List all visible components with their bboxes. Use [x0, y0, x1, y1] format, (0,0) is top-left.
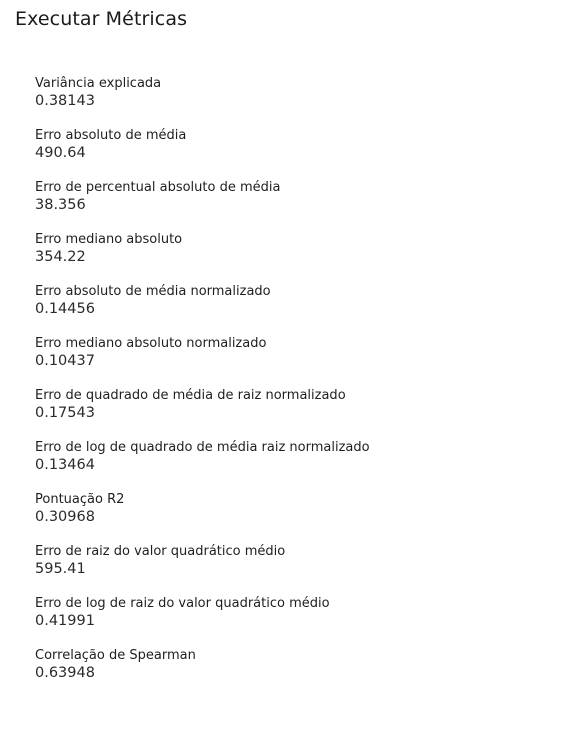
metric-label: Correlação de Spearman — [35, 648, 196, 663]
metric-label: Erro de quadrado de média de raiz normal… — [35, 388, 346, 403]
metric-value: 595.41 — [35, 561, 86, 577]
metric-root-mean-squared-error: Erro de raiz do valor quadrático médio 5… — [35, 543, 545, 595]
metric-label: Erro absoluto de média — [35, 128, 187, 143]
metric-label: Erro mediano absoluto normalizado — [35, 336, 267, 351]
metric-mean-absolute-error: Erro absoluto de média 490.64 — [35, 127, 545, 179]
metric-spearman-correlation: Correlação de Spearman 0.63948 — [35, 647, 545, 699]
metric-label: Erro de log de raiz do valor quadrático … — [35, 596, 330, 611]
metrics-list: Variância explicada 0.38143 Erro absolut… — [35, 75, 545, 699]
metric-label: Erro absoluto de média normalizado — [35, 284, 271, 299]
metric-root-mean-squared-log-error: Erro de log de raiz do valor quadrático … — [35, 595, 545, 647]
metric-normalized-root-mean-squared-error: Erro de quadrado de média de raiz normal… — [35, 387, 545, 439]
metric-normalized-root-mean-squared-log-error: Erro de log de quadrado de média raiz no… — [35, 439, 545, 491]
metric-label: Variância explicada — [35, 76, 162, 91]
metric-value: 0.63948 — [35, 665, 95, 681]
metric-explained-variance: Variância explicada 0.38143 — [35, 75, 545, 127]
metric-value: 0.17543 — [35, 405, 95, 421]
metric-median-absolute-error: Erro mediano absoluto 354.22 — [35, 231, 545, 283]
metric-label: Erro mediano absoluto — [35, 232, 183, 247]
run-metrics-panel: Executar Métricas Variância explicada 0.… — [0, 0, 565, 731]
metric-mean-absolute-percentage-error: Erro de percentual absoluto de média 38.… — [35, 179, 545, 231]
metric-value: 0.38143 — [35, 93, 95, 109]
metric-label: Erro de raiz do valor quadrático médio — [35, 544, 286, 559]
metric-value: 490.64 — [35, 145, 86, 161]
metric-value: 0.41991 — [35, 613, 95, 629]
metric-label: Pontuação R2 — [35, 492, 125, 507]
metric-label: Erro de percentual absoluto de média — [35, 180, 281, 195]
metric-normalized-median-absolute-error: Erro mediano absoluto normalizado 0.1043… — [35, 335, 545, 387]
metric-value: 354.22 — [35, 249, 86, 265]
metric-normalized-mean-absolute-error: Erro absoluto de média normalizado 0.144… — [35, 283, 545, 335]
metric-value: 0.10437 — [35, 353, 95, 369]
metric-value: 0.14456 — [35, 301, 95, 317]
metric-value: 0.13464 — [35, 457, 95, 473]
metric-label: Erro de log de quadrado de média raiz no… — [35, 440, 370, 455]
panel-title: Executar Métricas — [15, 8, 188, 30]
metric-value: 0.30968 — [35, 509, 95, 525]
metric-r2-score: Pontuação R2 0.30968 — [35, 491, 545, 543]
metric-value: 38.356 — [35, 197, 86, 213]
